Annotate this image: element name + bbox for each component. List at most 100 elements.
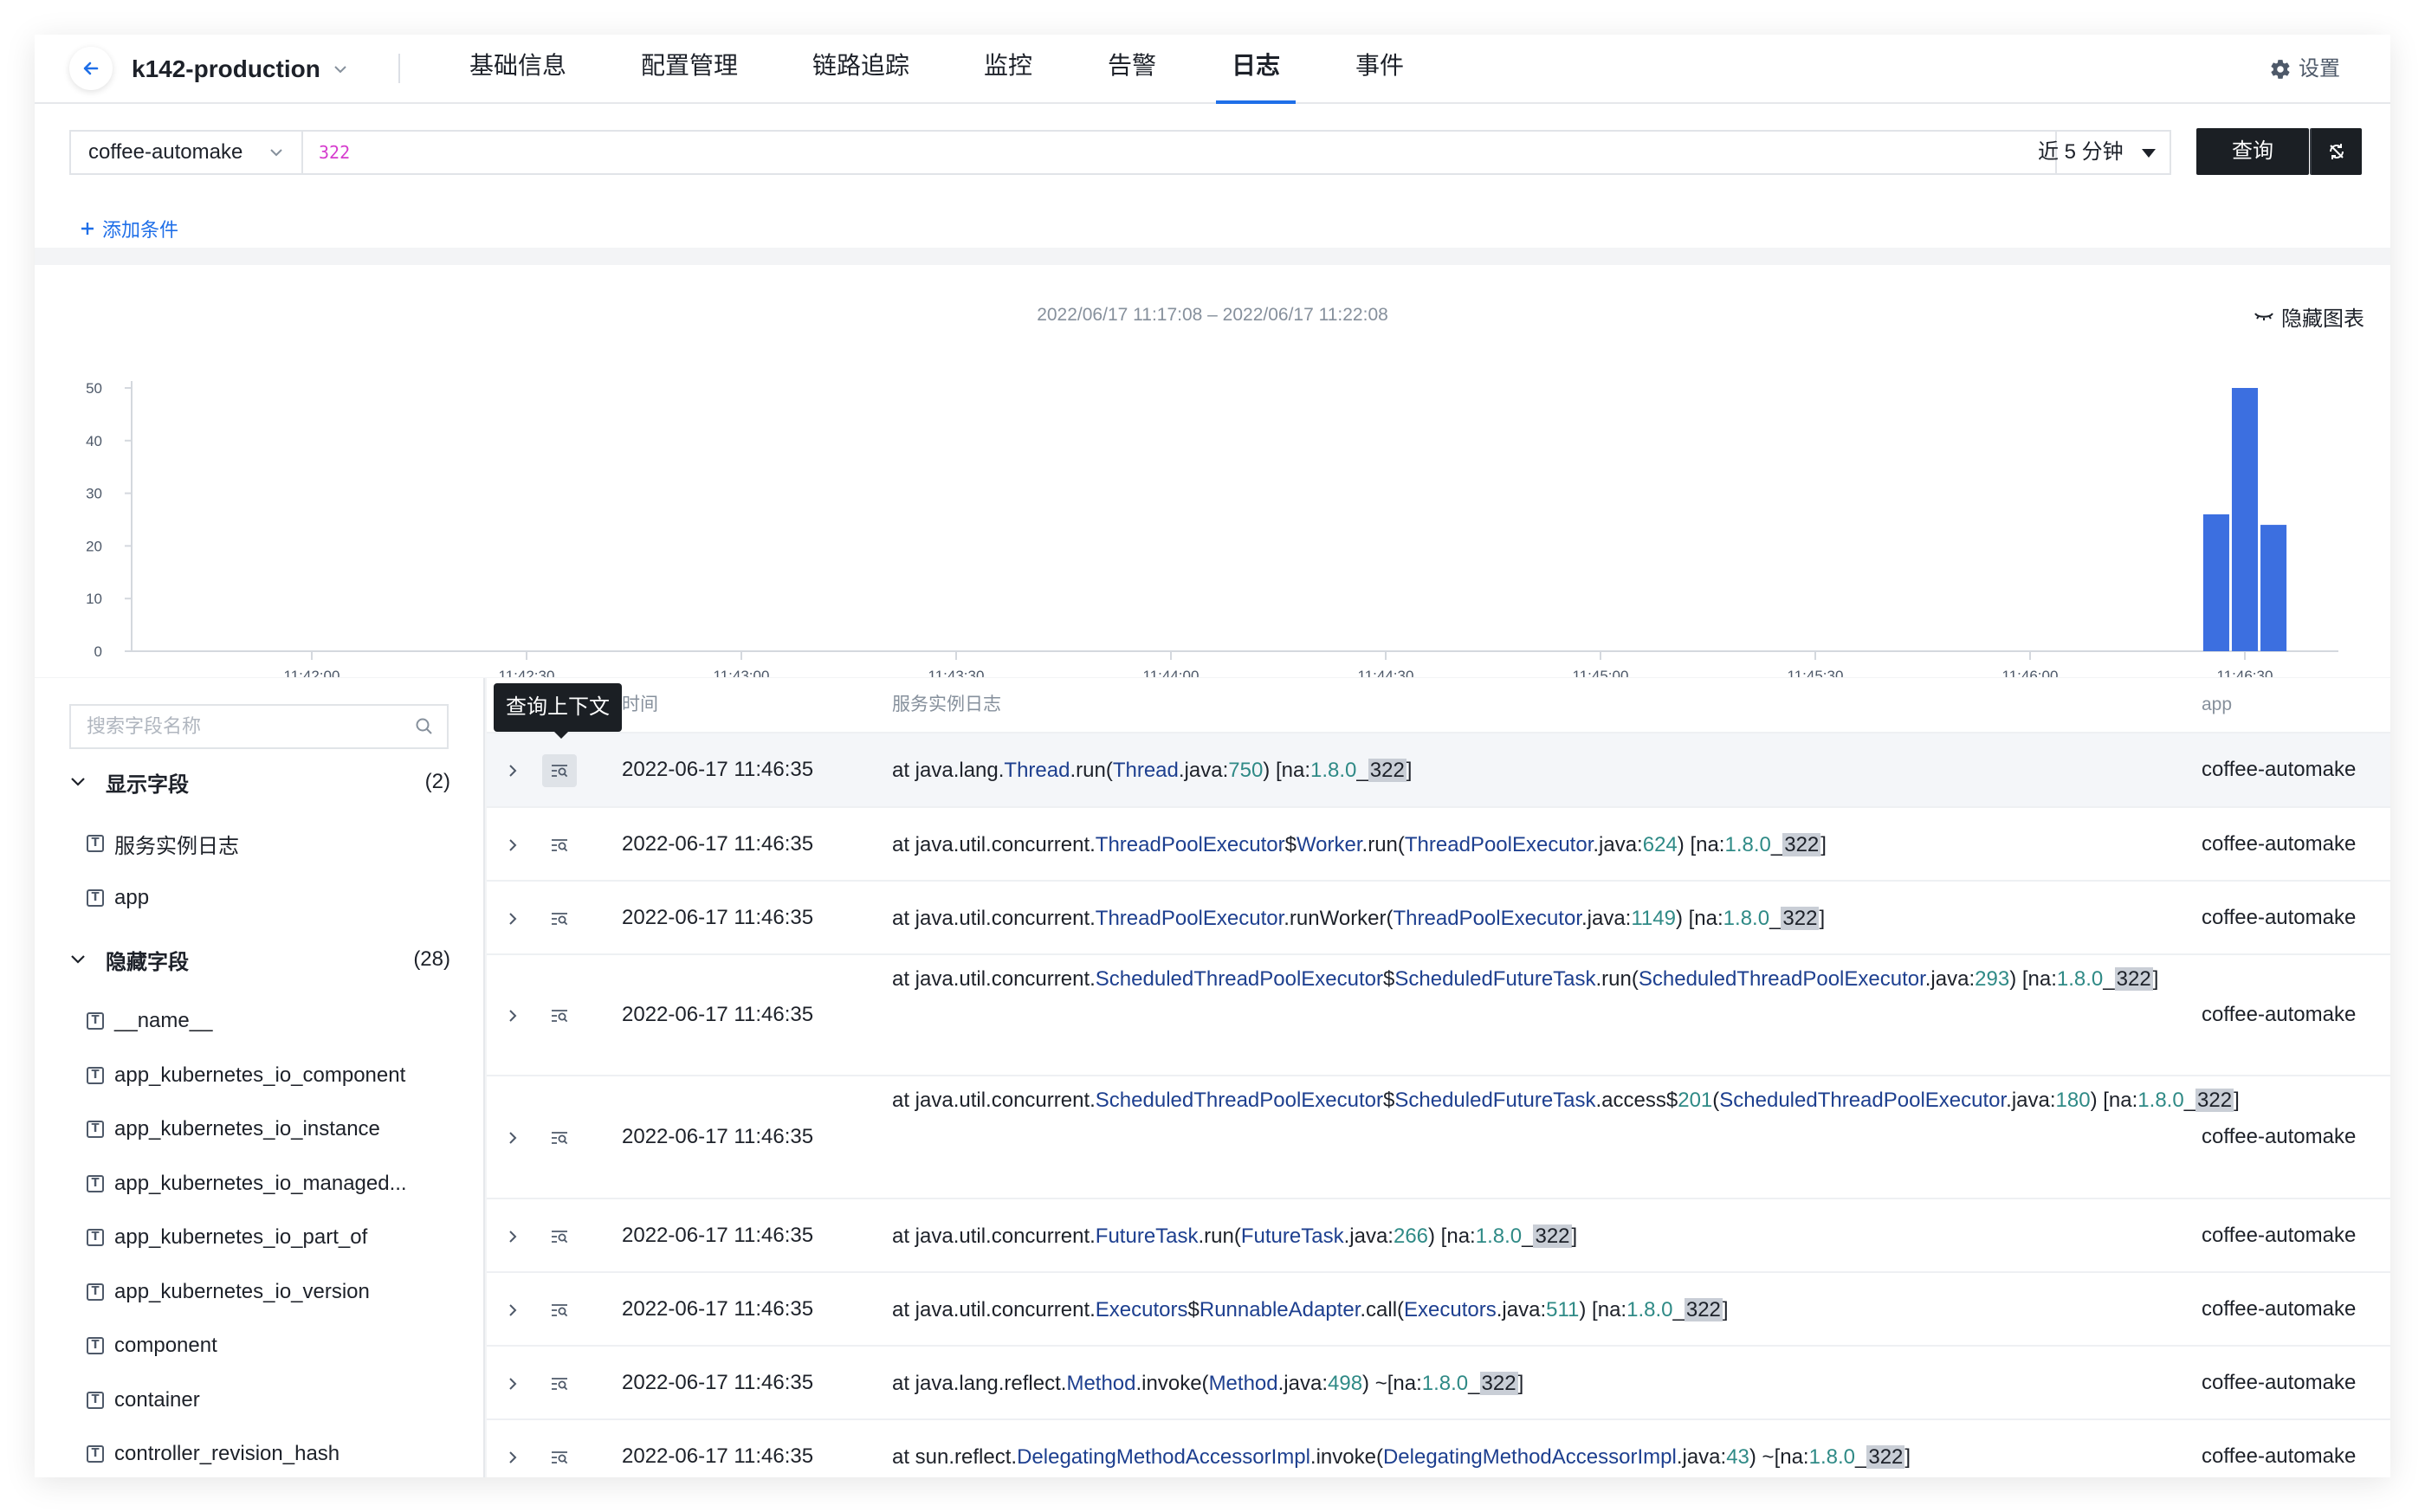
back-button[interactable] (69, 47, 113, 90)
chevron-right-icon[interactable] (506, 1129, 520, 1147)
auto-refresh-button[interactable] (2310, 128, 2362, 175)
view-context-button[interactable] (542, 829, 577, 862)
tab-config[interactable]: 配置管理 (641, 35, 738, 104)
field-item[interactable]: Tapp_kubernetes_io_version (87, 1275, 450, 1309)
app-switcher[interactable]: k142-production (132, 35, 348, 104)
log-row[interactable]: 2022-06-17 11:46:35 at java.util.concurre… (487, 1198, 2390, 1271)
search-match-highlight: 322 (1866, 1444, 1905, 1469)
tab-tracing[interactable]: 链路追踪 (812, 35, 909, 104)
log-token: Method (1208, 1371, 1278, 1395)
log-row[interactable]: 2022-06-17 11:46:35 at java.util.concurre… (487, 1271, 2390, 1345)
chevron-right-icon[interactable] (506, 910, 520, 927)
log-token: DelegatingMethodAccessorImpl (1017, 1444, 1310, 1469)
query-input[interactable] (305, 132, 2028, 173)
log-timestamp: 2022-06-17 11:46:35 (622, 1296, 814, 1321)
view-context-button[interactable] (542, 999, 577, 1032)
text-type-icon: T (87, 1229, 104, 1246)
view-context-button[interactable] (542, 902, 577, 935)
log-row[interactable]: 2022-06-17 11:46:35 at sun.reflect.Delega… (487, 1418, 2390, 1477)
field-item[interactable]: Tapp_kubernetes_io_managed... (87, 1166, 450, 1201)
log-token: Method (1066, 1371, 1136, 1395)
hidden-fields-header[interactable]: 隐藏字段 (28) (69, 942, 450, 977)
view-context-button[interactable] (542, 1294, 577, 1327)
tab-monitoring[interactable]: 监控 (984, 35, 1032, 104)
add-condition-button[interactable]: 添加条件 (80, 215, 178, 242)
view-context-button[interactable] (542, 1121, 577, 1154)
chevron-right-icon[interactable] (506, 1007, 520, 1024)
view-context-button[interactable] (542, 1220, 577, 1253)
chevron-right-icon[interactable] (506, 1228, 520, 1245)
log-token: 43 (1726, 1444, 1749, 1469)
chevron-right-icon[interactable] (506, 762, 520, 779)
column-header-app[interactable]: app (2202, 678, 2232, 732)
log-token: 1.8.0 (1310, 759, 1357, 782)
field-search-input[interactable] (71, 706, 400, 747)
log-row[interactable]: 2022-06-17 11:46:35 at java.util.concurre… (487, 953, 2390, 1075)
x-tick-label: 11:42:30 (499, 668, 555, 677)
context-search-icon (552, 838, 568, 851)
log-token: ] (1571, 1224, 1578, 1248)
x-tick-label: 11:46:00 (2002, 668, 2059, 677)
field-name: app_kubernetes_io_part_of (114, 1225, 368, 1249)
y-tick-label: 40 (86, 433, 102, 449)
log-message: at java.util.concurrent.ThreadPoolExecut… (892, 895, 2260, 943)
x-tick-label: 11:44:00 (1143, 668, 1200, 677)
refresh-off-icon (2330, 144, 2344, 159)
query-bar: coffee-automake 近 5 分钟 查询 添加条件 (35, 104, 2390, 248)
log-token: _ (1855, 1444, 1867, 1469)
log-token: .java: (1343, 1224, 1394, 1248)
column-header-log[interactable]: 服务实例日志 (892, 678, 1001, 732)
time-range-value: 近 5 分钟 (2038, 140, 2124, 164)
time-range-select[interactable]: 近 5 分钟 (2022, 130, 2171, 175)
field-item[interactable]: Tcomponent (87, 1328, 450, 1363)
log-token: ScheduledThreadPoolExecutor (1638, 967, 1925, 991)
field-item[interactable]: Tapp_kubernetes_io_instance (87, 1112, 450, 1147)
tab-logs[interactable]: 日志 (1215, 35, 1297, 104)
hidden-fields-label: 隐藏字段 (106, 950, 189, 974)
service-select[interactable]: coffee-automake (71, 132, 303, 173)
field-item[interactable]: Tapp (87, 881, 450, 915)
field-item[interactable]: T __name__ (87, 1004, 450, 1038)
log-row[interactable]: 2022-06-17 11:46:35 at java.util.concurre… (487, 806, 2390, 880)
log-token: _ (1672, 1297, 1685, 1321)
column-header-time[interactable]: 时间 (622, 678, 658, 732)
view-context-button[interactable] (542, 1367, 577, 1400)
y-tick-label: 0 (94, 643, 102, 660)
log-row[interactable]: 2022-06-17 11:46:35 at java.lang.Thread.r… (487, 732, 2390, 806)
text-type-icon: T (87, 835, 104, 852)
field-item[interactable]: T 服务实例日志 (87, 826, 450, 861)
log-token: $ (1284, 832, 1297, 856)
y-tick-label: 10 (86, 591, 102, 607)
settings-button[interactable]: 设置 (2269, 35, 2340, 104)
query-button[interactable]: 查询 (2196, 128, 2309, 175)
log-message: at sun.reflect.DelegatingMethodAccessorI… (892, 1433, 2260, 1478)
log-token: ) [na: (1677, 832, 1725, 856)
log-row[interactable]: 2022-06-17 11:46:35 at java.util.concurre… (487, 1075, 2390, 1198)
log-timestamp: 2022-06-17 11:46:35 (622, 831, 814, 856)
log-row[interactable]: 2022-06-17 11:46:35 at java.util.concurre… (487, 880, 2390, 953)
log-token: Thread (1004, 759, 1070, 782)
log-token: ) ~[na: (1362, 1371, 1422, 1395)
field-item[interactable]: Tcontainer (87, 1383, 450, 1418)
chevron-right-icon[interactable] (506, 1375, 520, 1392)
log-token: DelegatingMethodAccessorImpl (1382, 1444, 1677, 1469)
field-item[interactable]: Tcontroller_revision_hash (87, 1437, 450, 1471)
log-token: 1.8.0 (1626, 1297, 1673, 1321)
tab-basic-info[interactable]: 基础信息 (469, 35, 566, 104)
field-item[interactable]: Tapp_kubernetes_io_part_of (87, 1220, 450, 1255)
log-row[interactable]: 2022-06-17 11:46:35 at java.lang.reflect.… (487, 1345, 2390, 1418)
tab-events[interactable]: 事件 (1355, 35, 1404, 104)
x-tick-label: 11:46:30 (2217, 668, 2273, 677)
chevron-right-icon[interactable] (506, 1449, 520, 1466)
tab-alerts[interactable]: 告警 (1108, 35, 1156, 104)
shown-fields-header[interactable]: 显示字段 (2) (69, 765, 450, 799)
view-context-button[interactable] (542, 1441, 577, 1474)
log-token: 624 (1642, 832, 1678, 856)
chevron-right-icon[interactable] (506, 1302, 520, 1319)
view-context-button[interactable] (542, 754, 577, 787)
hide-chart-button[interactable]: 隐藏图表 (2254, 301, 2364, 332)
chevron-right-icon[interactable] (506, 837, 520, 854)
field-item[interactable]: Tapp_kubernetes_io_component (87, 1058, 450, 1093)
log-token: 266 (1393, 1224, 1429, 1248)
log-token: ScheduledFutureTask (1394, 967, 1596, 991)
